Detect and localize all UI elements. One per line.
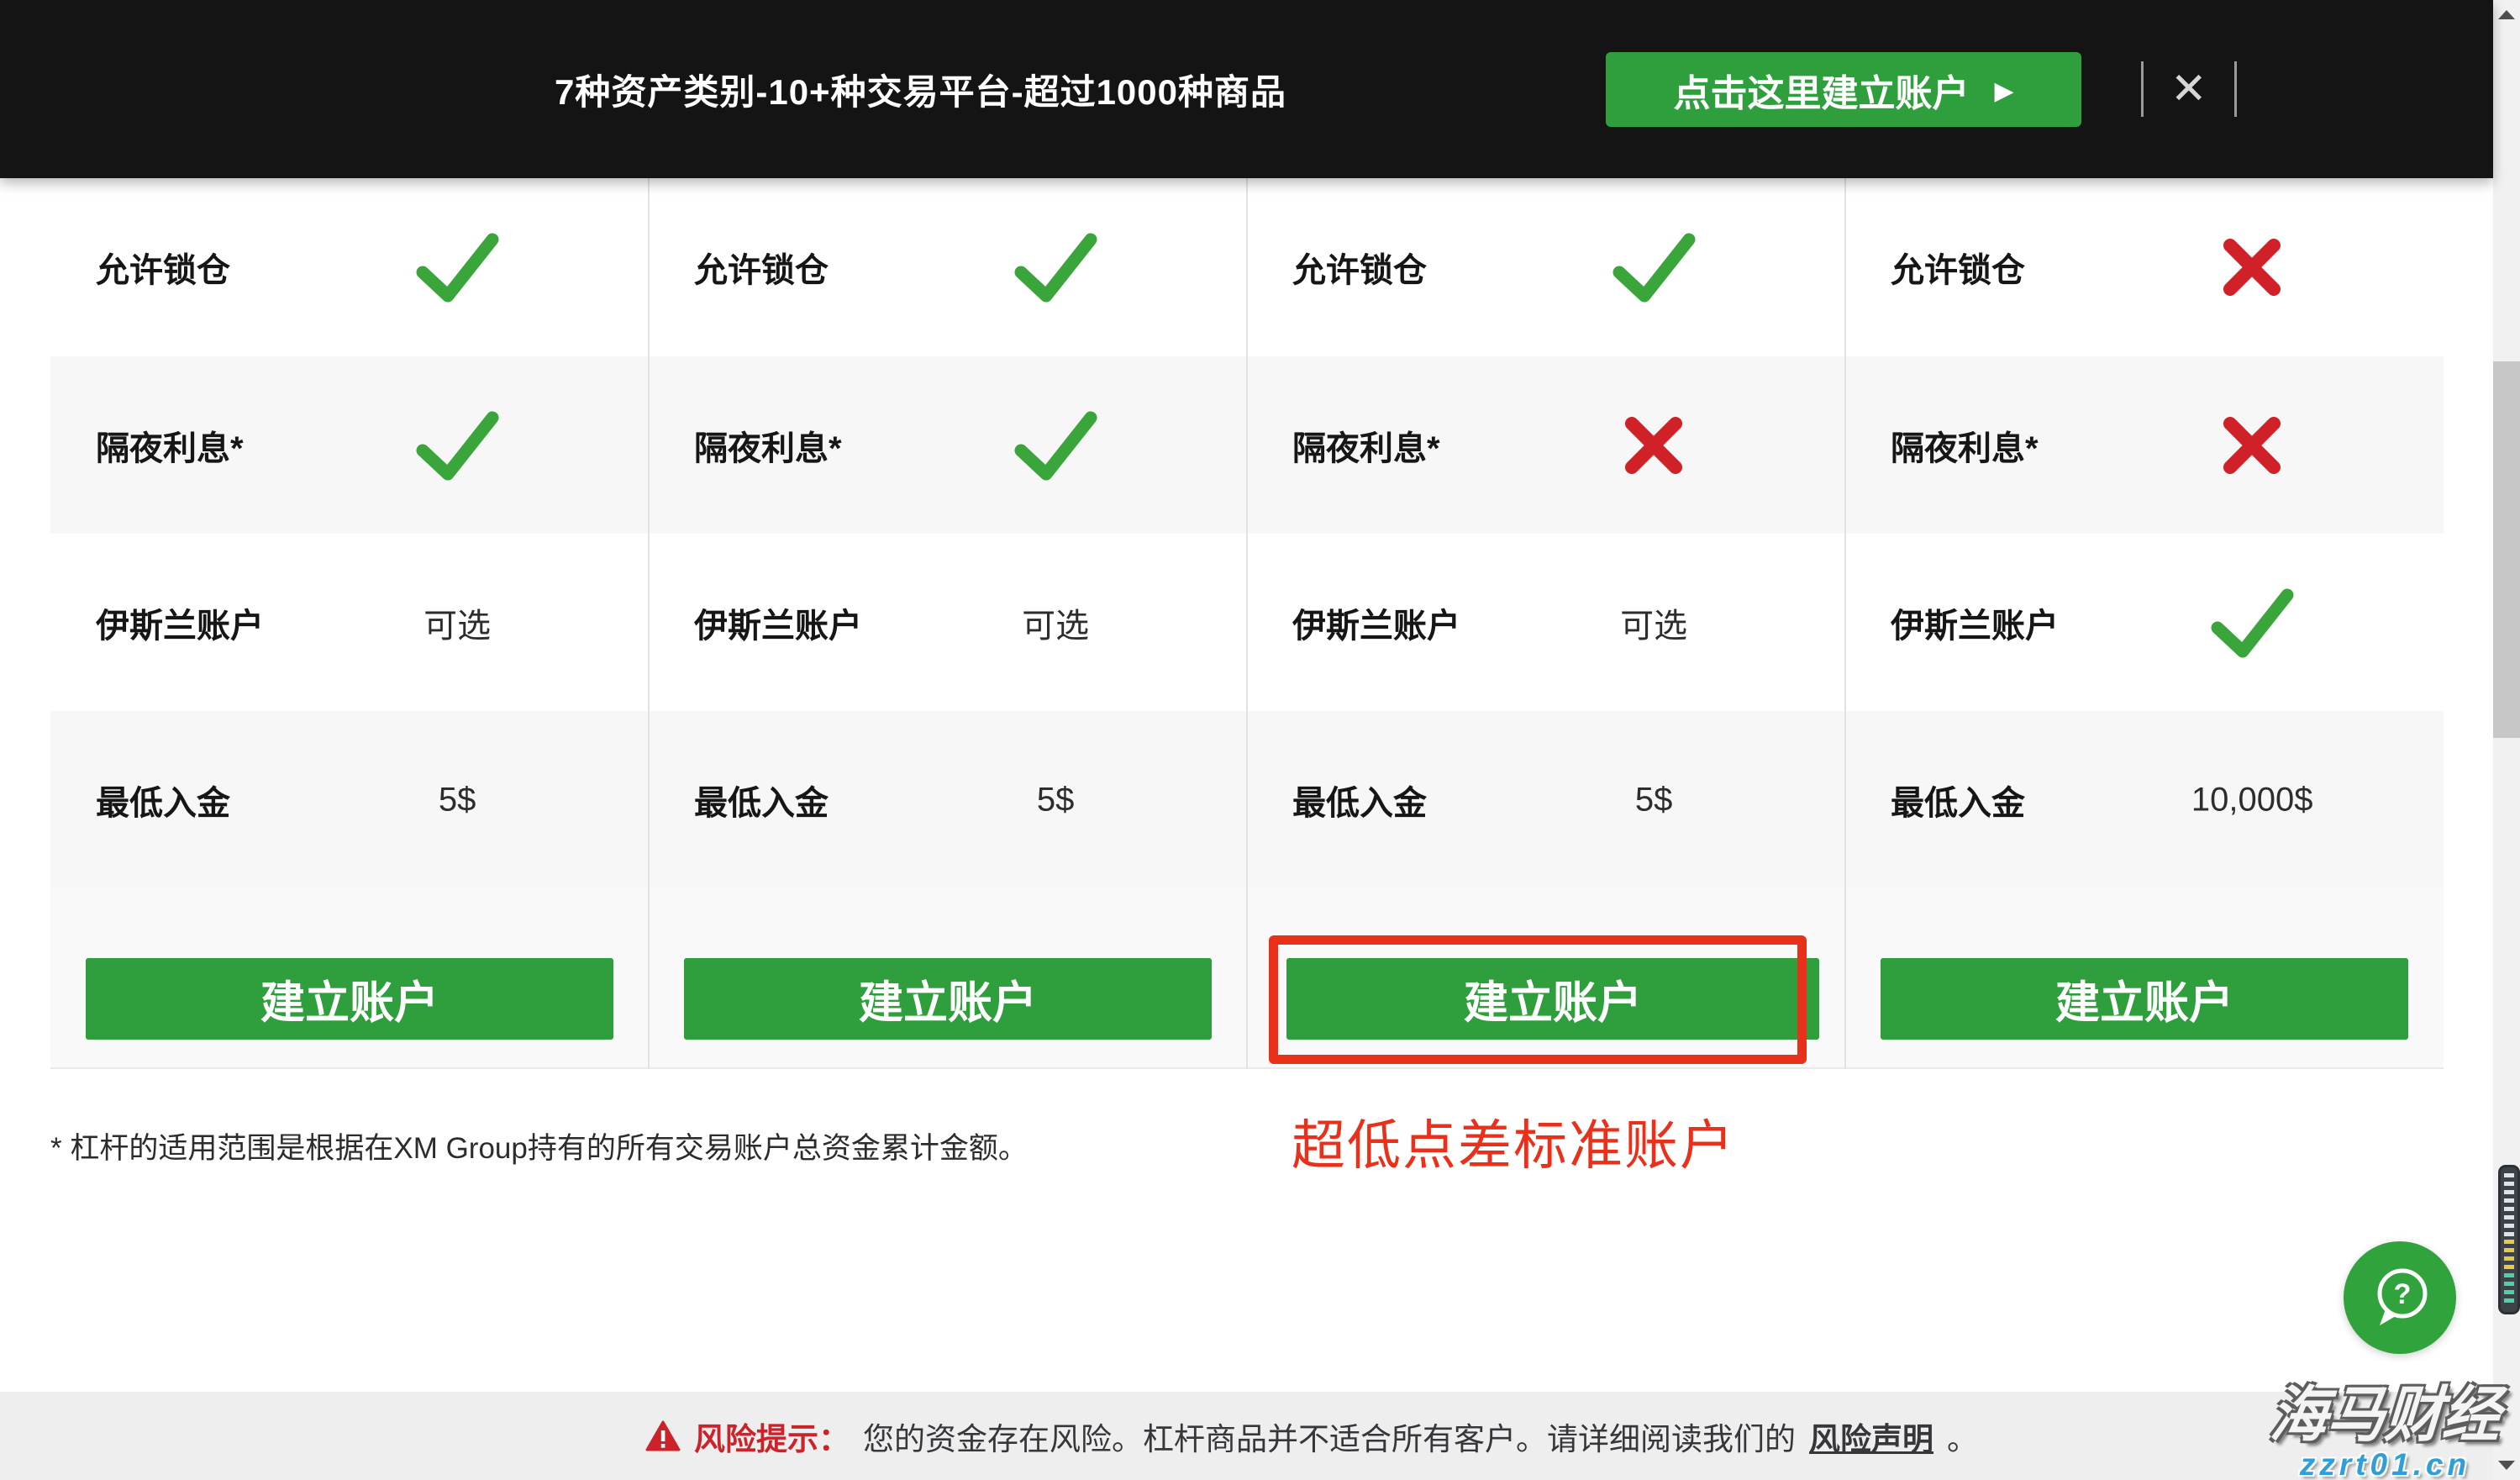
table-row: 最低入金 5$ [50,711,649,888]
account-column-3: 允许锁仓 隔夜利息* 伊斯兰账户 可选 最低入金 5$ [1247,178,1845,888]
cell-value-text: 5$ [1037,781,1075,819]
table-row: 允许锁仓 [649,178,1247,356]
create-account-button-3[interactable]: 建立账户 [1286,958,1819,1040]
check-icon [2210,587,2294,658]
warning-triangle-icon [645,1420,681,1452]
row-label: 允许锁仓 [96,243,230,292]
row-label: 最低入金 [1891,776,2025,824]
row-label: 最低入金 [694,776,829,824]
create-account-button-4[interactable]: 建立账户 [1881,958,2408,1040]
risk-label: 风险提示： [694,1414,850,1459]
row-label: 允许锁仓 [1292,243,1427,292]
table-row: 最低入金 5$ [649,711,1247,888]
account-comparison-table: 允许锁仓 隔夜利息* 伊斯兰账户 可选 最低入金 5$ 允许锁仓 [50,178,2444,1069]
question-glyph: ? [2394,1278,2412,1310]
cell-value-text: 可选 [1620,598,1687,647]
minimap-stripes-gray [2504,1173,2514,1240]
cross-icon [1621,413,1686,478]
close-icon[interactable]: ✕ [2165,67,2212,111]
cell-value-text: 可选 [1022,598,1089,647]
scroll-minimap-widget [2498,1165,2520,1314]
cell-value-text: 5$ [439,781,476,819]
row-label: 伊斯兰账户 [1292,598,1460,647]
check-icon [1013,232,1097,303]
account-column-4: 允许锁仓 隔夜利息* 伊斯兰账户 最低入金 10,000$ [1845,178,2444,888]
row-label: 隔夜利息* [96,421,244,470]
risk-body-text: 您的资金存在风险。杠杆商品并不适合所有客户。请详细阅读我们的 [863,1414,1796,1459]
cross-icon [2219,413,2285,478]
separator-line [2234,61,2237,117]
scroll-down-arrow-icon[interactable] [2498,1461,2515,1470]
row-label: 隔夜利息* [1891,421,2039,470]
help-button[interactable]: ? [2344,1241,2456,1354]
check-icon [415,410,499,481]
question-bubble-icon: ? [2364,1261,2436,1334]
cell-value-text: 10,000$ [2191,781,2313,819]
table-row: 伊斯兰账户 可选 [50,534,649,711]
check-icon [1612,232,1696,303]
play-arrow-icon: ▶ [1994,79,2013,104]
promo-title: 7种资产类别-10+种交易平台-超过1000种商品 [555,0,1286,178]
scrollbar-thumb[interactable] [2493,361,2520,738]
table-row: 隔夜利息* [50,356,649,534]
row-label: 伊斯兰账户 [1891,598,2059,647]
scroll-up-arrow-icon[interactable] [2498,10,2515,19]
account-column-1: 允许锁仓 隔夜利息* 伊斯兰账户 可选 最低入金 5$ [50,178,649,888]
table-row: 允许锁仓 [1845,178,2444,356]
open-account-cta-button[interactable]: 点击这里建立账户 ▶ [1606,52,2081,127]
table-row: 允许锁仓 [50,178,649,356]
risk-suffix: 。 [1947,1414,1978,1459]
row-label: 伊斯兰账户 [96,598,264,647]
table-row: 最低入金 5$ [1247,711,1845,888]
cell-value-text: 5$ [1635,781,1673,819]
row-label: 最低入金 [96,776,230,824]
table-row: 隔夜利息* [649,356,1247,534]
table-row: 伊斯兰账户 [1845,534,2444,711]
minimap-stripes-teal [2504,1273,2514,1307]
page: 7种资产类别-10+种交易平台-超过1000种商品 点击这里建立账户 ▶ ✕ 允… [0,0,2520,1480]
table-row: 允许锁仓 [1247,178,1845,356]
check-icon [1013,410,1097,481]
annotation-label: 超低点差标准账户 [1292,1103,1735,1180]
table-row: 伊斯兰账户 可选 [1247,534,1845,711]
row-label: 允许锁仓 [694,243,829,292]
cross-icon [2219,234,2285,300]
table-row: 伊斯兰账户 可选 [649,534,1247,711]
create-account-button-1[interactable]: 建立账户 [86,958,613,1040]
row-label: 最低入金 [1292,776,1427,824]
promo-bar: 7种资产类别-10+种交易平台-超过1000种商品 点击这里建立账户 ▶ ✕ [0,0,2493,178]
leverage-footnote: * 杠杆的适用范围是根据在XM Group持有的所有交易账户总资金累计金额。 [50,1124,1028,1167]
risk-statement-link[interactable]: 风险声明 [1809,1414,1933,1459]
table-row: 隔夜利息* [1845,356,2444,534]
table-row: 隔夜利息* [1247,356,1845,534]
separator-line [2141,61,2144,117]
promo-close-area: ✕ [2141,0,2237,178]
row-label: 伊斯兰账户 [694,598,862,647]
row-label: 隔夜利息* [694,421,842,470]
risk-warning-line: 风险提示： 您的资金存在风险。杠杆商品并不适合所有客户。请详细阅读我们的风险声明… [645,1392,1978,1480]
table-row: 最低入金 10,000$ [1845,711,2444,888]
row-label: 隔夜利息* [1292,421,1440,470]
minimap-stripes-yellow [2504,1240,2514,1273]
risk-warning-bar: 风险提示： 您的资金存在风险。杠杆商品并不适合所有客户。请详细阅读我们的风险声明… [0,1392,2493,1480]
check-icon [415,232,499,303]
cta-label: 点击这里建立账户 [1673,63,1969,117]
account-column-2: 允许锁仓 隔夜利息* 伊斯兰账户 可选 最低入金 5$ [649,178,1247,888]
row-label: 允许锁仓 [1891,243,2025,292]
create-account-button-2[interactable]: 建立账户 [684,958,1212,1040]
cell-value-text: 可选 [424,598,491,647]
